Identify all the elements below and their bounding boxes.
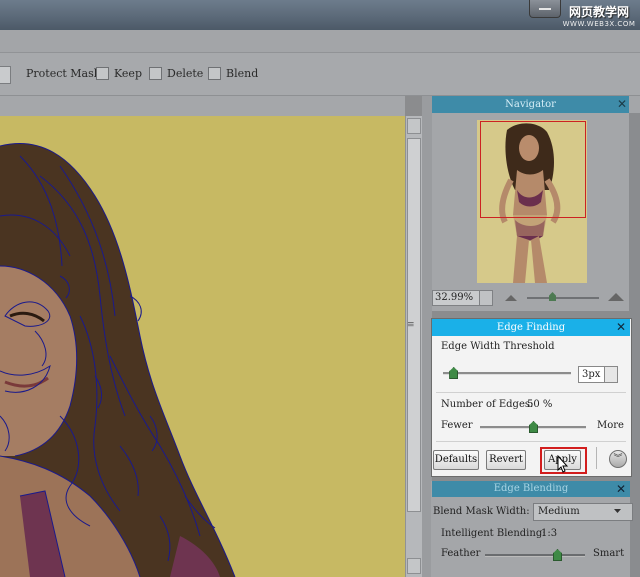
edge-width-threshold-label: Edge Width Threshold <box>441 341 555 352</box>
scroll-down-button[interactable] <box>407 558 421 574</box>
revert-button[interactable]: Revert <box>486 450 526 470</box>
edge-finding-title: Edge Finding <box>432 319 630 336</box>
canvas-ruler <box>0 96 405 116</box>
defaults-button[interactable]: Defaults <box>433 450 479 470</box>
toolbar-spinner[interactable] <box>0 66 11 84</box>
splitter-grip-icon[interactable]: ≡ <box>407 320 415 330</box>
edge-finding-close-icon[interactable]: ✕ <box>614 319 628 336</box>
image-canvas[interactable] <box>0 116 405 577</box>
divider <box>436 392 626 393</box>
navigator-title: Navigator <box>432 96 629 113</box>
threshold-stepper[interactable] <box>604 366 618 383</box>
navigator-view-box[interactable] <box>480 121 586 218</box>
edge-blending-title: Edge Blending <box>432 481 630 497</box>
fewer-label: Fewer <box>441 420 473 431</box>
zoom-slider[interactable] <box>527 297 599 299</box>
intelligent-blending-value: 1:3 <box>541 528 558 539</box>
watermark-logo: 网页教学网 <box>568 5 629 19</box>
zoom-stepper[interactable] <box>479 290 493 306</box>
threshold-slider[interactable] <box>443 372 571 375</box>
blend-checkbox[interactable] <box>208 67 221 80</box>
menubar <box>0 30 640 53</box>
delete-checkbox[interactable] <box>149 67 162 80</box>
divider <box>436 441 626 442</box>
button-separator <box>596 447 597 469</box>
edge-blending-close-icon[interactable]: ✕ <box>614 481 628 497</box>
feather-smart-slider[interactable] <box>485 554 585 557</box>
delete-label: Delete <box>167 67 204 80</box>
keep-label: Keep <box>114 67 142 80</box>
keep-checkbox[interactable] <box>96 67 109 80</box>
threshold-input[interactable]: 3px <box>578 366 606 383</box>
photo-with-edge-mask <box>0 116 405 577</box>
minimize-icon <box>539 8 551 10</box>
intelligent-blending-label: Intelligent Blending: <box>441 528 546 539</box>
watermark-url: WWW.WEB3X.COM <box>562 20 636 28</box>
blend-label: Blend <box>226 67 259 80</box>
protect-mask-label: Protect Mask: <box>26 67 105 80</box>
navigator-close-icon[interactable]: ✕ <box>615 97 629 112</box>
zoom-input[interactable]: 32.99% <box>432 290 480 306</box>
expand-chevron-icon[interactable]: ︾ <box>609 450 627 468</box>
blend-mask-width-label: Blend Mask Width: <box>433 506 530 517</box>
more-label: More <box>597 420 624 431</box>
number-of-edges-label: Number of Edges: <box>441 399 534 410</box>
smart-label: Smart <box>593 548 625 559</box>
scroll-up-button[interactable] <box>407 118 421 134</box>
mouse-pointer-icon <box>557 455 569 473</box>
feather-label: Feather <box>441 548 481 559</box>
window-close-button[interactable] <box>529 0 561 18</box>
number-of-edges-value: 50 % <box>527 399 553 410</box>
